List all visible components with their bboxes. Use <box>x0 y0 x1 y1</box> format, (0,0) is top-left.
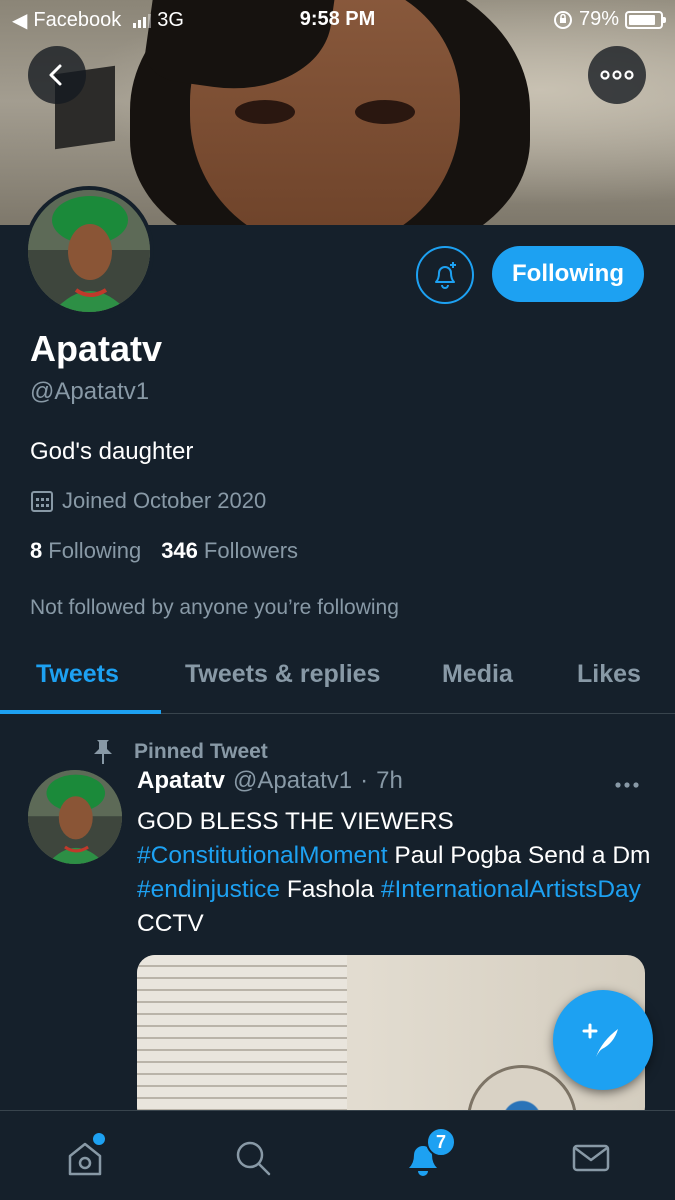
hashtag-link[interactable]: #InternationalArtistsDay <box>381 876 641 903</box>
avatar-photo <box>28 770 122 864</box>
notifications-badge: 7 <box>426 1127 456 1157</box>
tab-tweets-replies[interactable]: Tweets & replies <box>185 660 380 689</box>
tweet-text-fragment: CCTV <box>137 910 204 937</box>
following-button[interactable]: Following <box>492 246 644 302</box>
followers-count-link[interactable]: 346 Followers <box>161 538 298 564</box>
tweet-time: 7h <box>376 767 403 794</box>
compose-tweet-button[interactable] <box>553 990 653 1090</box>
orientation-lock-icon <box>553 10 572 29</box>
profile-avatar[interactable] <box>24 186 154 316</box>
more-icon <box>600 70 634 80</box>
notify-bell-button[interactable] <box>416 246 474 304</box>
tweet-more-button[interactable] <box>614 768 640 796</box>
tweet-header: Apatatv @Apatatv1 · 7h <box>137 767 403 795</box>
follow-counts: 8 Following 346 Followers <box>30 538 298 564</box>
nav-notifications[interactable]: 7 <box>398 1127 456 1183</box>
more-options-button[interactable] <box>588 46 646 104</box>
bell-plus-icon <box>435 262 456 289</box>
avatar-photo <box>28 190 150 312</box>
user-handle: @Apatatv1 <box>30 378 150 405</box>
bottom-navigation: 7 <box>0 1110 675 1200</box>
active-tab-indicator <box>0 710 161 714</box>
tweet-author[interactable]: Apatatv <box>137 767 225 795</box>
status-right: 79% <box>553 8 666 31</box>
hashtag-link[interactable]: #endinjustice <box>137 876 280 903</box>
compose-icon <box>582 1023 618 1057</box>
banner-eye <box>235 100 295 124</box>
profile-tabs: Tweets Tweets & replies Media Likes <box>0 640 675 714</box>
pinned-indicator: Pinned Tweet <box>90 738 268 766</box>
tweet-text-fragment: Fashola <box>286 876 375 903</box>
joined-date: Joined October 2020 <box>30 488 266 514</box>
banner-eye <box>355 100 415 124</box>
tweet-handle: @Apatatv1 <box>233 767 353 794</box>
battery-icon <box>625 10 666 29</box>
back-button[interactable] <box>28 46 86 104</box>
more-icon <box>615 782 639 788</box>
media-blinds <box>137 955 347 1125</box>
back-arrow-icon <box>49 64 62 86</box>
pin-icon <box>94 740 112 764</box>
tweet-text-fragment: Paul Pogba Send a Dm <box>394 842 651 869</box>
follow-context: Not followed by anyone you’re following <box>30 596 399 619</box>
pinned-label: Pinned Tweet <box>134 740 268 763</box>
tweet-separator: · <box>360 767 369 794</box>
tweet-text-line: GOD BLESS THE VIEWERS <box>137 808 454 835</box>
tab-tweets[interactable]: Tweets <box>36 660 119 689</box>
search-icon <box>236 1141 271 1176</box>
battery-percent: 79% <box>578 8 619 30</box>
nav-home[interactable] <box>60 1133 110 1183</box>
joined-label: Joined October 2020 <box>62 488 267 513</box>
nav-search[interactable] <box>228 1133 278 1183</box>
tab-likes[interactable]: Likes <box>577 660 641 689</box>
display-name: Apatatv <box>30 328 163 369</box>
tweet-avatar[interactable] <box>28 770 122 864</box>
status-bar: ◀ Facebook 3G 9:58 PM 79% <box>0 0 675 40</box>
home-new-dot <box>93 1133 105 1145</box>
messages-icon <box>572 1144 610 1172</box>
calendar-icon <box>31 491 53 512</box>
user-bio: God's daughter <box>30 438 194 465</box>
following-count-link[interactable]: 8 Following <box>30 538 141 564</box>
tab-media[interactable]: Media <box>442 660 513 689</box>
tweet-text: GOD BLESS THE VIEWERS #ConstitutionalMom… <box>137 805 657 941</box>
hashtag-link[interactable]: #ConstitutionalMoment <box>137 842 388 869</box>
nav-messages[interactable] <box>566 1133 616 1183</box>
